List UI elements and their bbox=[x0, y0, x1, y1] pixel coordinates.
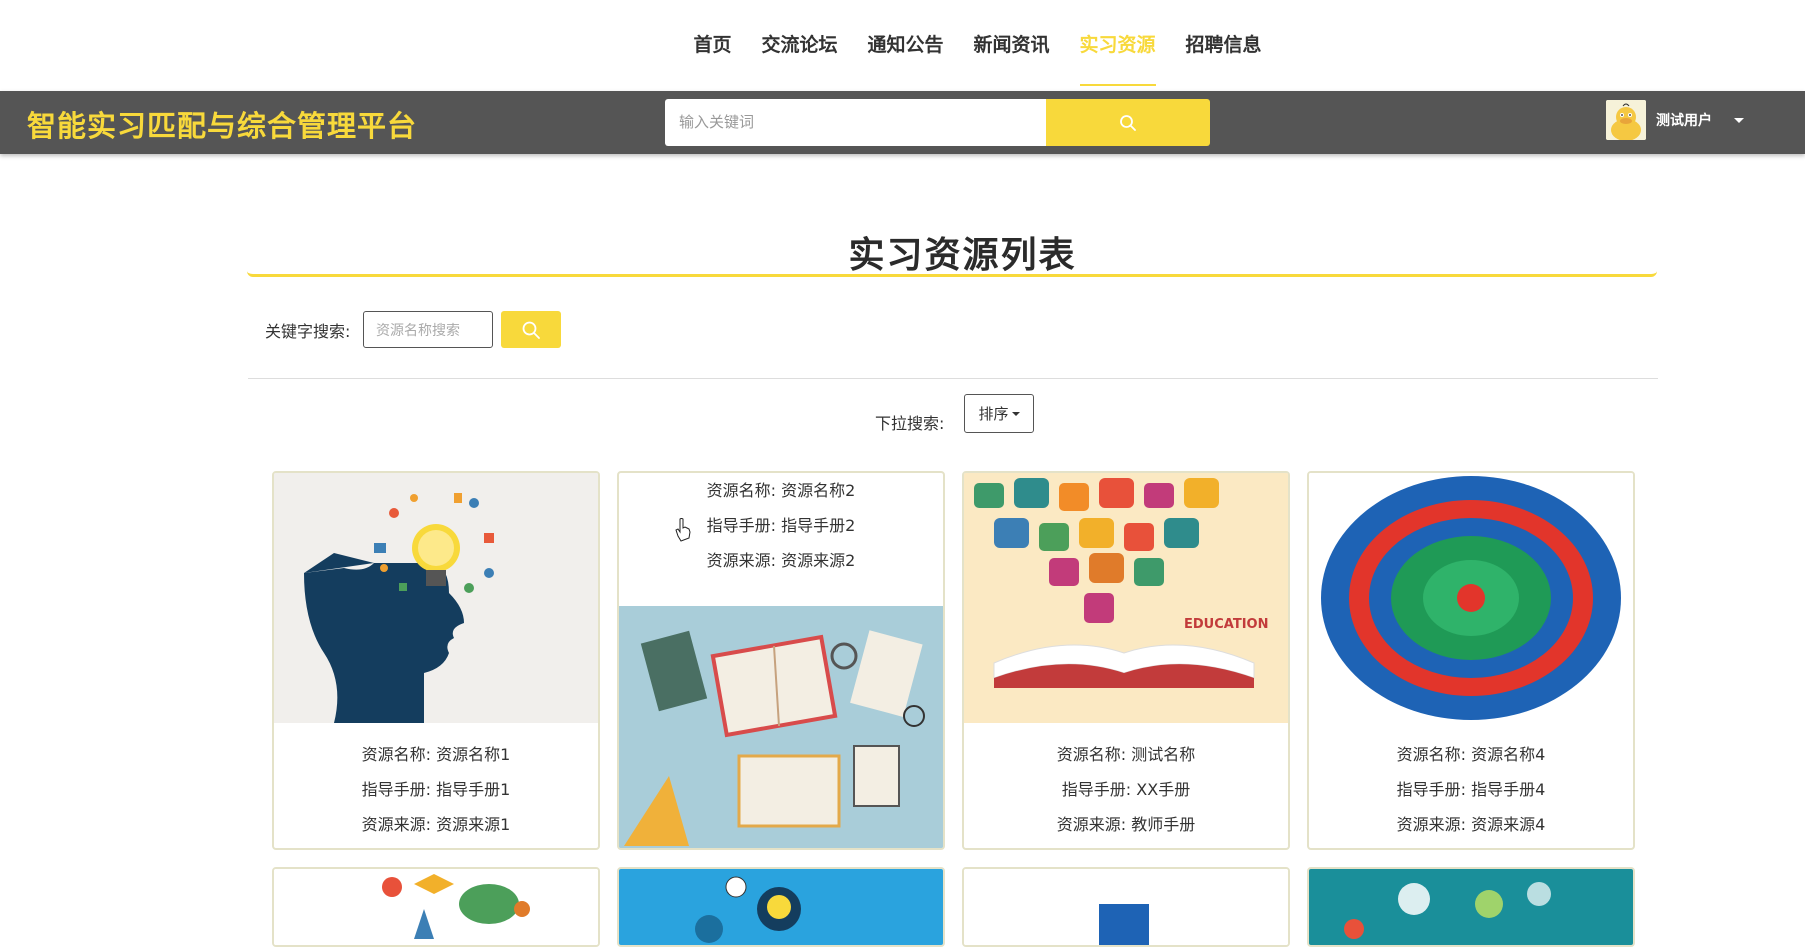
resource-name: 测试名称 bbox=[1131, 745, 1196, 764]
network-icons-illustration bbox=[1309, 869, 1633, 945]
resource-card-5[interactable] bbox=[272, 867, 600, 947]
resource-card-2[interactable]: 资源名称: 资源名称2 指导手册: 指导手册2 资源来源: 资源来源2 bbox=[617, 471, 945, 850]
top-nav: 首页 交流论坛 通知公告 新闻资讯 实习资源 招聘信息 bbox=[0, 0, 1805, 91]
sort-label: 排序 bbox=[978, 405, 1009, 423]
resource-card-4[interactable]: 资源名称: 资源名称4 指导手册: 指导手册4 资源来源: 资源来源4 bbox=[1307, 471, 1635, 850]
user-menu[interactable]: 测试用户 bbox=[1606, 97, 1744, 143]
svg-text:EDUCATION: EDUCATION bbox=[1184, 617, 1268, 632]
nav-item-news[interactable]: 新闻资讯 bbox=[974, 0, 1050, 86]
resource-card-1[interactable]: 资源名称: 资源名称1 指导手册: 指导手册1 资源来源: 资源来源1 bbox=[272, 471, 600, 850]
manual-label: 指导手册: bbox=[1061, 780, 1132, 799]
card-image-books-desk bbox=[619, 606, 943, 848]
search-icon bbox=[522, 321, 540, 339]
hand-cursor-icon bbox=[675, 518, 691, 542]
keyword-search-input[interactable] bbox=[363, 311, 493, 348]
title-underline bbox=[247, 271, 1657, 277]
card-info: 资源名称: 测试名称 指导手册: XX手册 资源来源: 教师手册 bbox=[964, 737, 1288, 842]
resource-card-8[interactable] bbox=[1307, 867, 1635, 947]
dropdown-label: 下拉搜索: bbox=[875, 414, 945, 433]
resource-card-3[interactable]: EDUCATION 资源名称: 测试名称 指导手册: XX手册 资源来源: 教师… bbox=[962, 471, 1290, 850]
manual-label: 指导手册: bbox=[706, 516, 777, 535]
card-image-skills-circle bbox=[1309, 473, 1633, 723]
divider bbox=[248, 378, 1658, 379]
site-title: 智能实习匹配与综合管理平台 bbox=[27, 109, 418, 143]
keyword-search-button[interactable] bbox=[501, 311, 561, 348]
lightbulb-science-illustration bbox=[619, 869, 943, 945]
sort-dropdown[interactable]: 排序 bbox=[964, 394, 1034, 433]
header-bar: 智能实习匹配与综合管理平台 测试用户 bbox=[0, 91, 1805, 154]
manual-label: 指导手册: bbox=[1396, 780, 1467, 799]
search-icon bbox=[1120, 114, 1136, 131]
nav-item-resources[interactable]: 实习资源 bbox=[1079, 0, 1156, 86]
ebook-illustration bbox=[964, 869, 1288, 945]
caret-down-icon bbox=[1734, 117, 1744, 123]
resource-source: 资源来源1 bbox=[436, 815, 511, 834]
skills-circle-diagram bbox=[1309, 473, 1633, 723]
keyword-label: 关键字搜索: bbox=[265, 322, 351, 341]
source-label: 资源来源: bbox=[1396, 815, 1467, 834]
nav-item-notice[interactable]: 通知公告 bbox=[867, 0, 943, 86]
nav-item-home[interactable]: 首页 bbox=[693, 0, 731, 86]
name-label: 资源名称: bbox=[1056, 745, 1127, 764]
resource-source: 资源来源4 bbox=[1471, 815, 1546, 834]
card-image-head-lightbulb bbox=[274, 473, 598, 723]
books-desk-illustration bbox=[619, 606, 943, 848]
head-lightbulb-illustration bbox=[274, 473, 598, 723]
card-image-education-book: EDUCATION bbox=[964, 473, 1288, 723]
card-info: 资源名称: 资源名称1 指导手册: 指导手册1 资源来源: 资源来源1 bbox=[274, 737, 598, 842]
science-icons-illustration bbox=[274, 869, 598, 945]
education-book-illustration: EDUCATION bbox=[964, 473, 1288, 723]
caret-down-icon bbox=[1011, 411, 1020, 416]
resource-name: 资源名称2 bbox=[781, 481, 856, 500]
resource-name: 资源名称4 bbox=[1471, 745, 1546, 764]
card-info: 资源名称: 资源名称2 指导手册: 指导手册2 资源来源: 资源来源2 bbox=[619, 473, 943, 578]
resource-source: 资源来源2 bbox=[781, 551, 856, 570]
resource-source: 教师手册 bbox=[1131, 815, 1196, 834]
manual-label: 指导手册: bbox=[361, 780, 432, 799]
card-info: 资源名称: 资源名称4 指导手册: 指导手册4 资源来源: 资源来源4 bbox=[1309, 737, 1633, 842]
resource-manual: 指导手册1 bbox=[436, 780, 511, 799]
nav-item-jobs[interactable]: 招聘信息 bbox=[1186, 0, 1262, 86]
header-search-button[interactable] bbox=[1046, 99, 1210, 146]
name-label: 资源名称: bbox=[361, 745, 432, 764]
source-label: 资源来源: bbox=[361, 815, 432, 834]
resource-card-6[interactable] bbox=[617, 867, 945, 947]
name-label: 资源名称: bbox=[706, 481, 777, 500]
duck-avatar-icon bbox=[1606, 100, 1646, 140]
source-label: 资源来源: bbox=[706, 551, 777, 570]
resource-manual: 指导手册2 bbox=[781, 516, 856, 535]
resource-name: 资源名称1 bbox=[436, 745, 511, 764]
resource-card-7[interactable] bbox=[962, 867, 1290, 947]
resource-manual: XX手册 bbox=[1136, 780, 1191, 799]
avatar bbox=[1606, 100, 1646, 140]
source-label: 资源来源: bbox=[1056, 815, 1127, 834]
name-label: 资源名称: bbox=[1396, 745, 1467, 764]
nav-item-forum[interactable]: 交流论坛 bbox=[761, 0, 837, 86]
resource-manual: 指导手册4 bbox=[1471, 780, 1546, 799]
header-search-input[interactable] bbox=[665, 99, 1046, 146]
user-name: 测试用户 bbox=[1656, 113, 1712, 129]
